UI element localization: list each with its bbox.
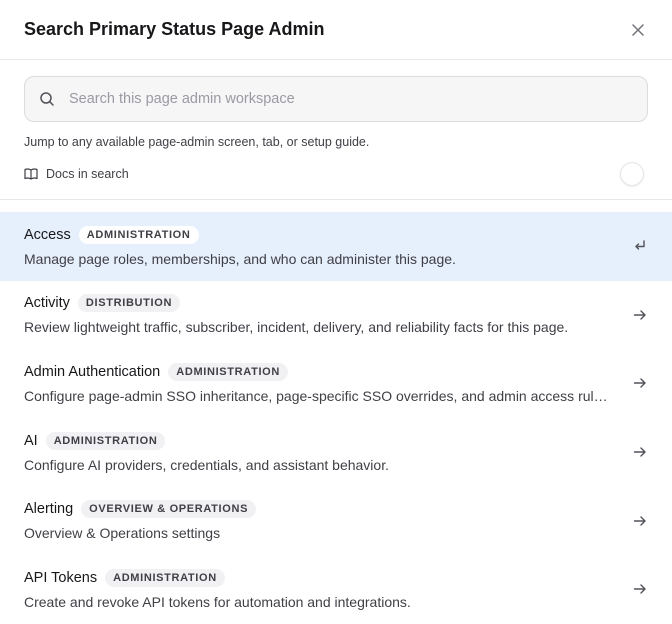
- result-row[interactable]: Alerting OVERVIEW & OPERATIONS Overview & …: [0, 486, 672, 555]
- docs-in-search-toggle[interactable]: [620, 162, 644, 186]
- close-icon: [632, 23, 644, 36]
- result-description: Overview & Operations settings: [24, 525, 221, 542]
- result-main: AI ADMINISTRATION Configure AI providers, …: [24, 431, 612, 473]
- arrow-right-icon: [633, 378, 646, 389]
- result-action: [624, 513, 648, 529]
- enter-icon: [635, 240, 645, 250]
- search-hint: Jump to any available page-admin screen,…: [24, 135, 370, 149]
- result-main: Access ADMINISTRATION Manage page roles, m…: [24, 225, 612, 267]
- arrow-right-icon: [633, 584, 646, 594]
- docs-in-search-toggle-label[interactable]: Docs in search: [24, 167, 129, 181]
- search-box[interactable]: [24, 76, 648, 122]
- close-button[interactable]: [624, 16, 652, 44]
- result-main: Alerting OVERVIEW & OPERATIONS Overview & …: [24, 500, 612, 541]
- result-row[interactable]: Activity DISTRIBUTION Review lightweight t…: [0, 281, 672, 350]
- result-description: Configure AI providers, credentials, and…: [24, 456, 389, 473]
- result-description: Manage page roles, memberships, and who …: [24, 250, 456, 267]
- result-main: API Tokens ADMINISTRATION Create and revok…: [24, 568, 612, 610]
- result-name: AI: [24, 432, 38, 449]
- result-name: Activity: [24, 295, 70, 312]
- result-description: Configure page-admin SSO inheritance, pa…: [24, 387, 610, 404]
- result-action: [624, 238, 648, 254]
- result-name: Alerting: [24, 501, 74, 518]
- arrow-right-icon: [633, 310, 646, 320]
- docs-row: Docs in search: [24, 162, 648, 186]
- result-top: Admin Authentication ADMINISTRATION: [24, 362, 612, 381]
- result-row[interactable]: Access ADMINISTRATION Manage page roles, m…: [0, 212, 672, 281]
- book-icon: [24, 168, 38, 180]
- result-top: API Tokens ADMINISTRATION: [24, 568, 612, 587]
- category-badge: ADMINISTRATION: [168, 362, 288, 381]
- result-top: AI ADMINISTRATION: [24, 431, 612, 450]
- result-action: [624, 581, 648, 597]
- search-icon: [40, 92, 54, 106]
- category-badge: DISTRIBUTION: [77, 294, 181, 313]
- results-list: Access ADMINISTRATION Manage page roles, m…: [0, 212, 672, 624]
- dialog-title: Search Primary Status Page Admin: [24, 19, 325, 39]
- search-area: Jump to any available page-admin screen,…: [0, 60, 672, 186]
- result-action: [624, 307, 648, 323]
- result-name: Access: [24, 226, 71, 243]
- search-input[interactable]: [67, 90, 633, 108]
- result-name: API Tokens: [24, 569, 98, 586]
- result-name: Admin Authentication: [24, 363, 161, 380]
- category-badge: ADMINISTRATION: [105, 568, 225, 587]
- category-badge: ADMINISTRATION: [45, 431, 166, 450]
- result-top: Alerting OVERVIEW & OPERATIONS: [24, 500, 612, 519]
- result-row[interactable]: AI ADMINISTRATION Configure AI providers, …: [0, 418, 672, 487]
- divider: [0, 199, 672, 200]
- result-main: Activity DISTRIBUTION Review lightweight t…: [24, 294, 612, 335]
- result-description: Create and revoke API tokens for automat…: [24, 593, 411, 610]
- category-badge: ADMINISTRATION: [78, 225, 199, 244]
- docs-label-text: Docs in search: [46, 167, 129, 181]
- arrow-right-icon: [633, 515, 646, 526]
- result-row[interactable]: Admin Authentication ADMINISTRATION Config…: [0, 349, 672, 418]
- result-top: Access ADMINISTRATION: [24, 225, 612, 244]
- result-action: [624, 444, 648, 460]
- category-badge: OVERVIEW & OPERATIONS: [81, 500, 257, 519]
- arrow-right-icon: [633, 447, 646, 457]
- result-description: Review lightweight traffic, subscriber, …: [24, 319, 569, 336]
- result-row[interactable]: API Tokens ADMINISTRATION Create and revok…: [0, 555, 672, 624]
- result-action: [624, 375, 648, 391]
- result-main: Admin Authentication ADMINISTRATION Config…: [24, 362, 612, 404]
- result-top: Activity DISTRIBUTION: [24, 294, 612, 313]
- search-dialog: Search Primary Status Page Admin Jump to…: [0, 0, 672, 620]
- dialog-header: Search Primary Status Page Admin: [0, 0, 672, 60]
